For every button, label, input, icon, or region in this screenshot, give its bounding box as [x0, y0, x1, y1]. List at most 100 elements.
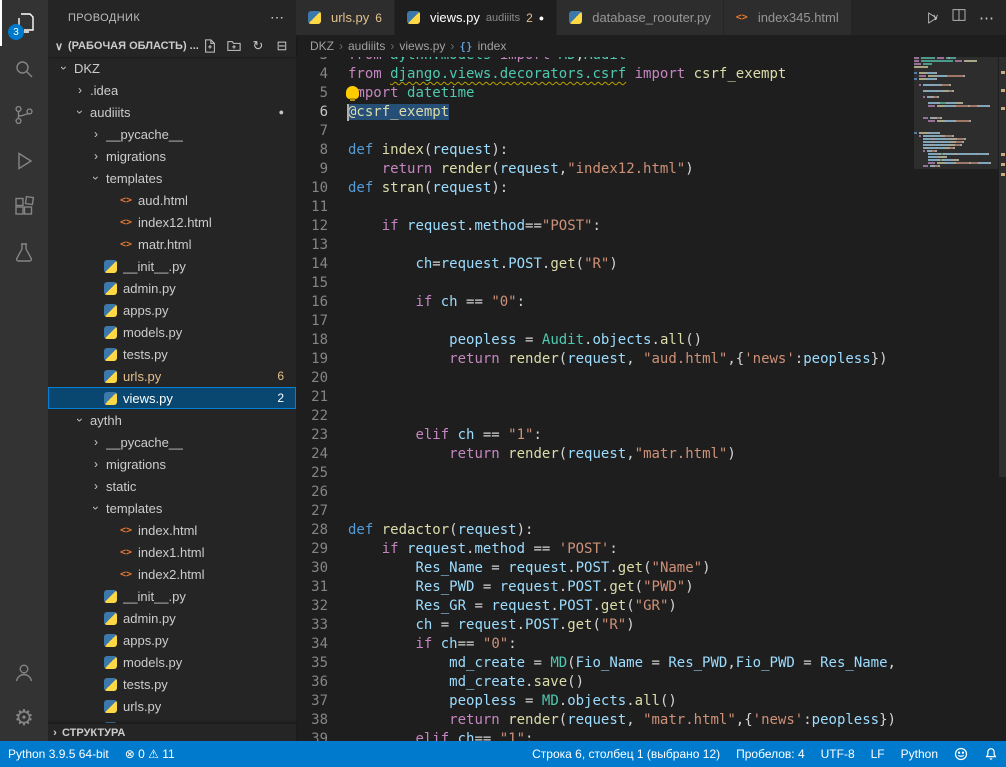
scrollbar[interactable]: [999, 57, 1006, 477]
testing-icon[interactable]: [0, 230, 48, 276]
tree-item-migrations[interactable]: migrations: [48, 145, 296, 167]
source-control-icon[interactable]: [0, 92, 48, 138]
feedback-icon[interactable]: [946, 741, 976, 767]
code-line[interactable]: 34 if ch== "0":: [296, 635, 914, 654]
tree-item-__init__.py[interactable]: __init__.py: [48, 255, 296, 277]
tree-item-.idea[interactable]: .idea: [48, 79, 296, 101]
tree-item-__pycache__[interactable]: __pycache__: [48, 123, 296, 145]
notifications-bell-icon[interactable]: [976, 741, 1006, 767]
indentation[interactable]: Пробелов: 4: [728, 741, 813, 767]
code-line[interactable]: 36 md_create.save(): [296, 673, 914, 692]
tree-item-DKZ[interactable]: DKZ: [48, 57, 296, 79]
tree-item-index2.html[interactable]: <>index2.html: [48, 563, 296, 585]
tree-item-admin.py[interactable]: admin.py: [48, 277, 296, 299]
tab-database_roouter.py[interactable]: database_roouter.py: [557, 0, 724, 35]
explorer-more-actions-icon[interactable]: ⋯: [270, 9, 284, 26]
chevron-right-icon[interactable]: [88, 479, 104, 493]
tree-item-migrations[interactable]: migrations: [48, 453, 296, 475]
extensions-icon[interactable]: [0, 184, 48, 230]
chevron-down-icon[interactable]: [88, 501, 104, 515]
tree-item-index.html[interactable]: <>index.html: [48, 519, 296, 541]
run-dropdown-icon[interactable]: ∨: [932, 12, 939, 23]
code-line[interactable]: 19 return render(request, "aud.html",{'n…: [296, 350, 914, 369]
editor-more-actions-icon[interactable]: ⋯: [979, 9, 994, 27]
tab-views.py[interactable]: views.pyaudiiits2●: [395, 0, 557, 35]
code-line[interactable]: 35 md_create = MD(Fio_Name = Res_PWD,Fio…: [296, 654, 914, 673]
tree-item-__init__.py[interactable]: __init__.py: [48, 585, 296, 607]
breadcrumb-item[interactable]: DKZ: [310, 39, 334, 53]
tree-item-urls.py[interactable]: urls.py6: [48, 365, 296, 387]
code-line[interactable]: 10def stran(request):: [296, 179, 914, 198]
tree-item-models.py[interactable]: models.py: [48, 651, 296, 673]
explorer-icon[interactable]: 3: [0, 0, 48, 46]
code-line[interactable]: 29 if request.method == 'POST':: [296, 540, 914, 559]
code-line[interactable]: 28def redactor(request):: [296, 521, 914, 540]
code-line[interactable]: 3from aythh.models import MD,Audit: [296, 57, 914, 65]
code-line[interactable]: 12 if request.method=="POST":: [296, 217, 914, 236]
tree-item-aythh[interactable]: aythh: [48, 409, 296, 431]
tree-item-index12.html[interactable]: <>index12.html: [48, 211, 296, 233]
chevron-down-icon[interactable]: [56, 61, 72, 75]
chevron-right-icon[interactable]: [88, 127, 104, 141]
accounts-icon[interactable]: [0, 649, 48, 695]
code-line[interactable]: 5import datetime: [296, 84, 914, 103]
chevron-down-icon[interactable]: [72, 413, 88, 427]
tree-item-templates[interactable]: templates: [48, 167, 296, 189]
lightbulb-icon[interactable]: [346, 86, 359, 99]
code-line[interactable]: 6@csrf_exempt: [296, 103, 914, 122]
language-mode[interactable]: Python: [893, 741, 946, 767]
chevron-down-icon[interactable]: [72, 105, 88, 119]
refresh-icon[interactable]: ↻: [250, 38, 266, 54]
code-line[interactable]: 22: [296, 407, 914, 426]
tree-item-admin.py[interactable]: admin.py: [48, 607, 296, 629]
breadcrumb-item[interactable]: audiiits: [348, 39, 385, 53]
eol[interactable]: LF: [863, 741, 893, 767]
code-line[interactable]: 25: [296, 464, 914, 483]
split-editor-icon[interactable]: [951, 7, 967, 28]
problems[interactable]: ⊗ 0 ⚠ 11: [117, 741, 183, 767]
code-line[interactable]: 9 return render(request,"index12.html"): [296, 160, 914, 179]
code-line[interactable]: 31 Res_PWD = request.POST.get("PWD"): [296, 578, 914, 597]
python-interpreter[interactable]: Python 3.9.5 64-bit: [0, 741, 117, 767]
tab-index345.html[interactable]: <>index345.html: [724, 0, 852, 35]
code-line[interactable]: 38 return render(request, "matr.html",{'…: [296, 711, 914, 730]
code-line[interactable]: 39 elif ch== "1":: [296, 730, 914, 741]
code-line[interactable]: 11: [296, 198, 914, 217]
tree-item-tests.py[interactable]: tests.py: [48, 343, 296, 365]
chevron-right-icon[interactable]: [88, 435, 104, 449]
tree-item-urls.py[interactable]: urls.py: [48, 695, 296, 717]
tree-item-static[interactable]: static: [48, 475, 296, 497]
new-file-icon[interactable]: [202, 38, 218, 54]
new-folder-icon[interactable]: [226, 38, 242, 54]
code-line[interactable]: 23 elif ch == "1":: [296, 426, 914, 445]
code-line[interactable]: 21: [296, 388, 914, 407]
run-python-file-button[interactable]: ∨: [924, 10, 939, 26]
run-debug-icon[interactable]: [0, 138, 48, 184]
chevron-down-icon[interactable]: [88, 171, 104, 185]
tab-urls.py[interactable]: urls.py6: [296, 0, 395, 35]
chevron-right-icon[interactable]: [72, 83, 88, 97]
code-line[interactable]: 8def index(request):: [296, 141, 914, 160]
encoding[interactable]: UTF-8: [813, 741, 863, 767]
code-line[interactable]: 15: [296, 274, 914, 293]
unsaved-dot-icon[interactable]: ●: [539, 13, 544, 23]
minimap-slider[interactable]: [914, 57, 998, 169]
tree-item-index1.html[interactable]: <>index1.html: [48, 541, 296, 563]
workspace-section-header[interactable]: ∨ (РАБОЧАЯ ОБЛАСТЬ) ... ↻ ⊟: [48, 35, 296, 57]
code-line[interactable]: 17: [296, 312, 914, 331]
code-line[interactable]: 18 peopless = Audit.objects.all(): [296, 331, 914, 350]
search-icon[interactable]: [0, 46, 48, 92]
code-line[interactable]: 14 ch=request.POST.get("R"): [296, 255, 914, 274]
code-line[interactable]: 37 peopless = MD.objects.all(): [296, 692, 914, 711]
code-line[interactable]: 20: [296, 369, 914, 388]
chevron-right-icon[interactable]: [88, 149, 104, 163]
code-line[interactable]: 13: [296, 236, 914, 255]
outline-section-header[interactable]: › СТРУКТУРА: [48, 723, 296, 741]
cursor-position[interactable]: Строка 6, столбец 1 (выбрано 12): [524, 741, 728, 767]
breadcrumb-item[interactable]: index: [478, 39, 507, 53]
tree-item-aud.html[interactable]: <>aud.html: [48, 189, 296, 211]
code-line[interactable]: 30 Res_Name = request.POST.get("Name"): [296, 559, 914, 578]
settings-gear-icon[interactable]: ⚙: [0, 695, 48, 741]
code-line[interactable]: 4from django.views.decorators.csrf impor…: [296, 65, 914, 84]
breadcrumb-item[interactable]: views.py: [399, 39, 445, 53]
